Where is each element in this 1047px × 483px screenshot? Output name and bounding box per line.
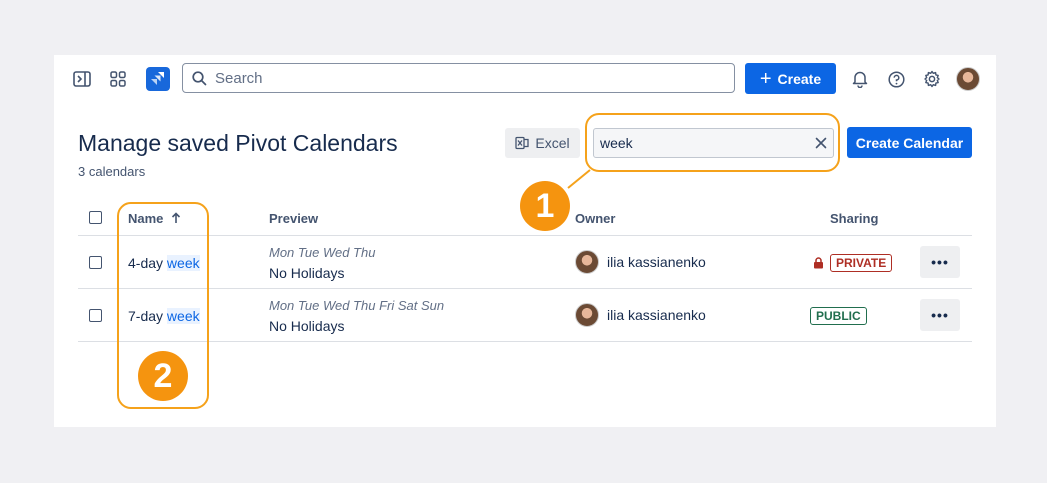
excel-export-button[interactable]: Excel <box>505 128 580 158</box>
row-divider <box>78 341 972 342</box>
preview-days: Mon Tue Wed Thu <box>269 245 376 260</box>
preview-days: Mon Tue Wed Thu Fri Sat Sun <box>269 298 445 313</box>
plus-icon: + <box>759 67 772 90</box>
settings-gear-icon[interactable] <box>920 67 944 91</box>
column-header-preview: Preview <box>269 211 319 226</box>
lock-icon <box>814 257 823 269</box>
header-divider <box>78 235 972 236</box>
help-icon[interactable] <box>884 67 908 91</box>
column-header-owner: Owner <box>575 211 616 226</box>
owner-name: ilia kassianenko <box>607 307 706 323</box>
column-header-sharing: Sharing <box>830 211 879 226</box>
excel-icon <box>515 136 530 150</box>
owner-name: ilia kassianenko <box>607 254 706 270</box>
create-calendar-button[interactable]: Create Calendar <box>847 127 972 158</box>
row-divider <box>78 288 972 289</box>
calendar-count: 3 calendars <box>78 164 146 179</box>
preview-holidays: No Holidays <box>269 318 345 334</box>
row-checkbox[interactable] <box>89 309 102 322</box>
user-avatar[interactable] <box>956 67 980 91</box>
jira-logo-icon[interactable] <box>146 67 170 91</box>
callout-connector <box>567 169 591 189</box>
owner-cell: ilia kassianenko <box>575 250 706 274</box>
sharing-badge-public: PUBLIC <box>810 307 867 325</box>
owner-avatar <box>575 250 599 274</box>
row-actions-more-button[interactable]: ••• <box>920 246 960 278</box>
owner-avatar <box>575 303 599 327</box>
notifications-bell-icon[interactable] <box>848 67 872 91</box>
sharing-badge-private: PRIVATE <box>830 254 893 272</box>
owner-cell: ilia kassianenko <box>575 303 706 327</box>
app-switcher-icon[interactable] <box>106 67 130 91</box>
row-checkbox[interactable] <box>89 256 102 269</box>
create-button-label: Create <box>777 70 822 87</box>
annotation-marker-1: 1 <box>520 181 570 231</box>
preview-holidays: No Holidays <box>269 265 345 281</box>
annotation-marker-2: 2 <box>138 351 188 401</box>
create-button[interactable]: + Create <box>745 63 836 94</box>
page-title: Manage saved Pivot Calendars <box>78 130 398 156</box>
search-input[interactable]: Search <box>182 63 735 93</box>
excel-label: Excel <box>535 135 570 151</box>
search-icon <box>192 70 207 85</box>
select-all-checkbox[interactable] <box>89 211 102 224</box>
search-placeholder: Search <box>215 69 263 87</box>
sidebar-toggle-icon[interactable] <box>70 67 94 91</box>
row-actions-more-button[interactable]: ••• <box>920 299 960 331</box>
callout-outline-filter <box>585 113 840 172</box>
